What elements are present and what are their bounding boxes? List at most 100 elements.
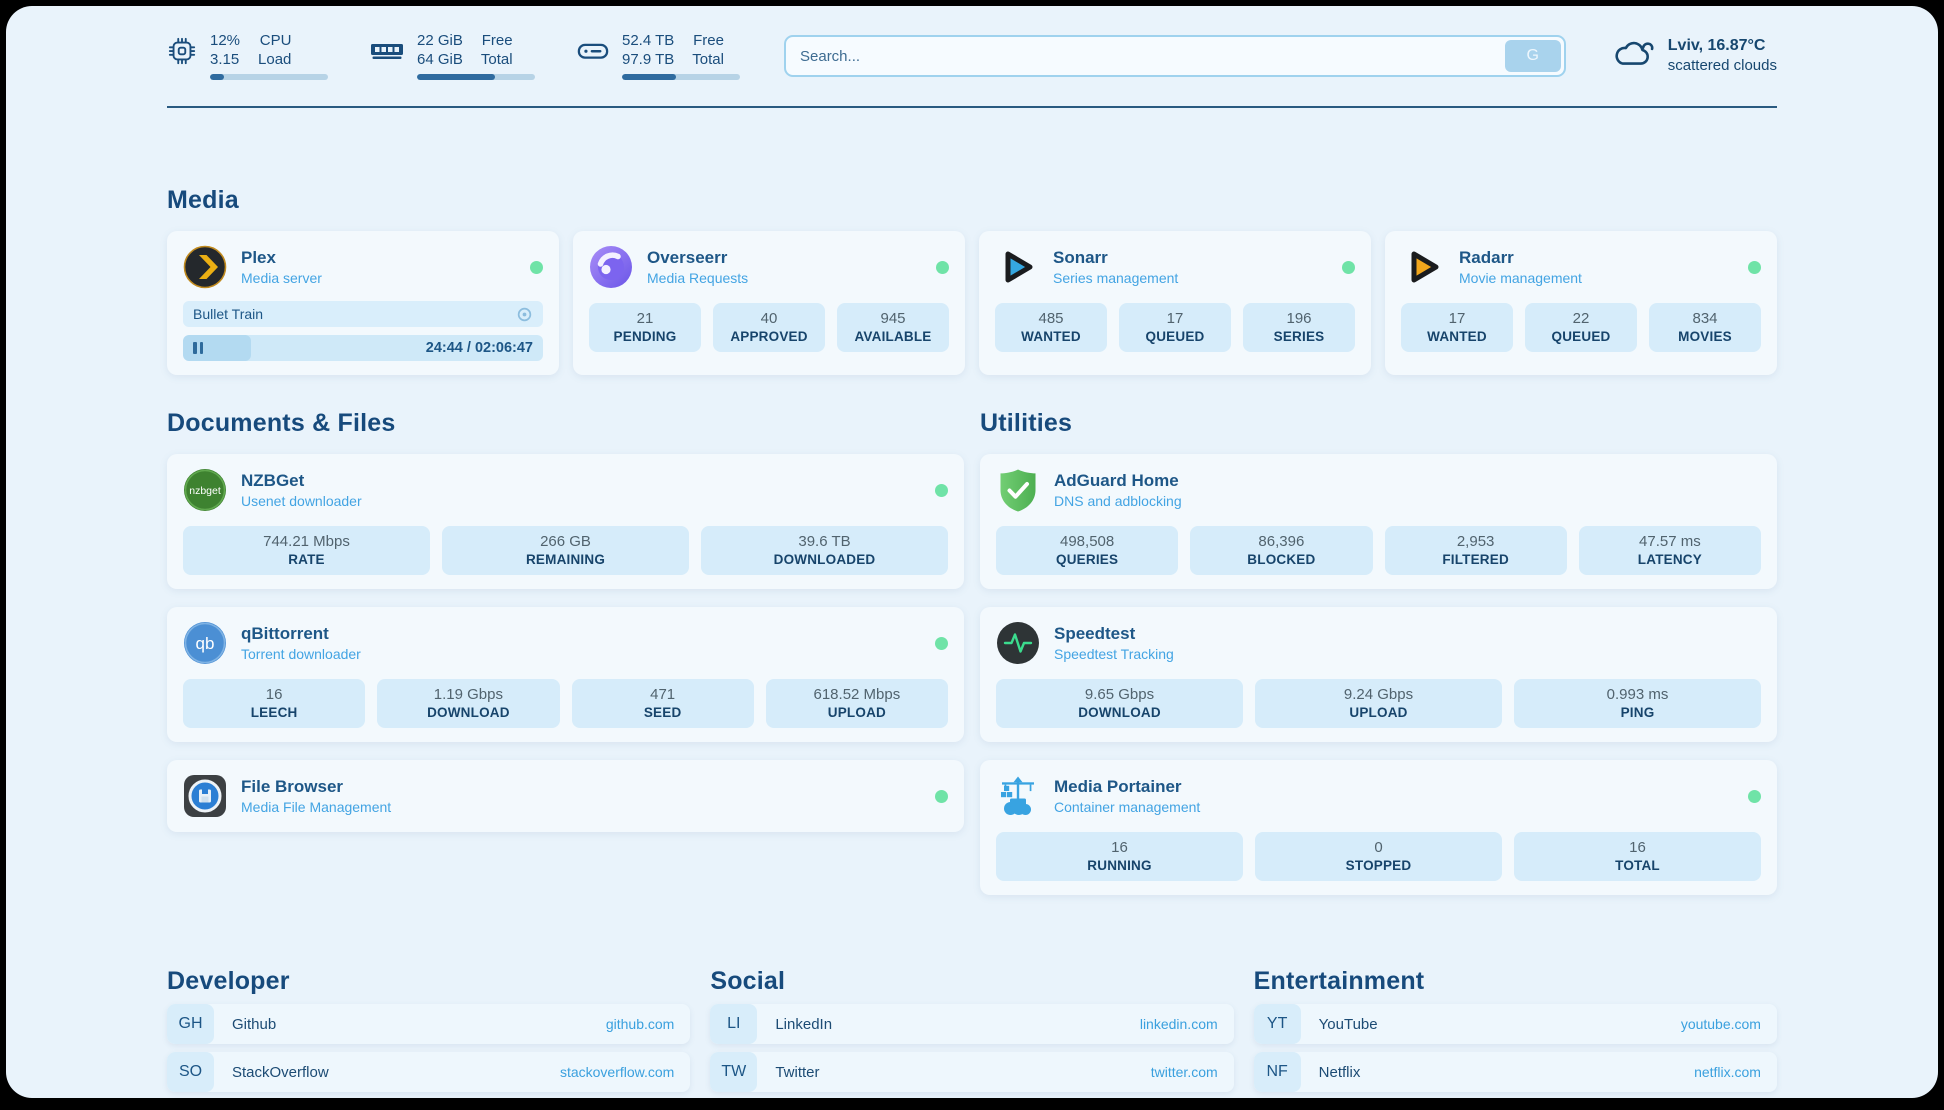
- cpu-progress-bar: [210, 74, 328, 80]
- cpu-load-avg: 3.15: [210, 51, 240, 69]
- pause-icon[interactable]: [193, 342, 203, 354]
- app-card-plex[interactable]: Plex Media server Bullet Train: [167, 231, 559, 375]
- stat-value: 22: [1529, 310, 1633, 327]
- link-name: Netflix: [1319, 1064, 1361, 1081]
- app-description: Media Requests: [647, 270, 748, 286]
- stat-box: 47.57 msLATENCY: [1579, 526, 1761, 575]
- qbittorrent-icon: qb: [183, 621, 227, 665]
- app-description: Movie management: [1459, 270, 1582, 286]
- link-abbr-badge: YT: [1254, 1004, 1301, 1044]
- app-title: NZBGet: [241, 471, 362, 491]
- app-description: Media File Management: [241, 799, 391, 815]
- ram-label2: Total: [481, 51, 513, 69]
- app-card-sonarr[interactable]: Sonarr Series management 485WANTED17QUEU…: [979, 231, 1371, 375]
- app-card-speedtest[interactable]: Speedtest Speedtest Tracking 9.65 GbpsDO…: [980, 607, 1777, 742]
- app-card-radarr[interactable]: Radarr Movie management 17WANTED22QUEUED…: [1385, 231, 1777, 375]
- top-bar: 12%3.15 CPULoad 22 GiB64 GiB FreeTotal: [167, 32, 1777, 80]
- stat-value: 834: [1653, 310, 1757, 327]
- stat-box: 485WANTED: [995, 303, 1107, 352]
- stat-box: 22QUEUED: [1525, 303, 1637, 352]
- stat-box: 9.65 GbpsDOWNLOAD: [996, 679, 1243, 728]
- stat-value: 16: [187, 686, 361, 703]
- link-item[interactable]: NF Netflix netflix.com: [1254, 1052, 1777, 1092]
- stat-label: QUEUED: [1123, 329, 1227, 344]
- stat-value: 196: [1247, 310, 1351, 327]
- cpu-stat: 12%3.15 CPULoad: [167, 32, 328, 80]
- stat-box: 17QUEUED: [1119, 303, 1231, 352]
- app-card-adguard[interactable]: AdGuard Home DNS and adblocking 498,508Q…: [980, 454, 1777, 589]
- stat-value: 945: [841, 310, 945, 327]
- link-url: youtube.com: [1681, 1016, 1761, 1032]
- stat-value: 744.21 Mbps: [187, 533, 426, 550]
- link-abbr-badge: NF: [1254, 1052, 1301, 1092]
- search-input[interactable]: [786, 48, 1505, 65]
- link-item[interactable]: LI LinkedIn linkedin.com: [710, 1004, 1233, 1044]
- app-title: File Browser: [241, 777, 391, 797]
- plex-icon: [183, 245, 227, 289]
- section-title-documents: Documents & Files: [167, 409, 964, 438]
- stat-value: 9.24 Gbps: [1259, 686, 1498, 703]
- stat-label: UPLOAD: [1259, 705, 1498, 720]
- app-title: Overseerr: [647, 248, 748, 268]
- app-description: Usenet downloader: [241, 493, 362, 509]
- app-description: Speedtest Tracking: [1054, 646, 1174, 662]
- app-card-portainer[interactable]: Media Portainer Container management 16R…: [980, 760, 1777, 895]
- stat-box: 40APPROVED: [713, 303, 825, 352]
- app-title: Sonarr: [1053, 248, 1178, 268]
- status-dot: [1748, 790, 1761, 803]
- status-dot: [1342, 261, 1355, 274]
- link-url: github.com: [606, 1016, 674, 1032]
- link-name: StackOverflow: [232, 1064, 329, 1081]
- link-item[interactable]: TW Twitter twitter.com: [710, 1052, 1233, 1092]
- link-item[interactable]: SO StackOverflow stackoverflow.com: [167, 1052, 690, 1092]
- cpu-usage: 12%: [210, 32, 240, 50]
- settings-icon[interactable]: [516, 306, 533, 323]
- weather-location: Lviv, 16.87°C: [1668, 36, 1777, 56]
- radarr-icon: [1401, 245, 1445, 289]
- stat-label: DOWNLOAD: [381, 705, 555, 720]
- link-name: Github: [232, 1016, 276, 1033]
- stat-label: WANTED: [999, 329, 1103, 344]
- link-item[interactable]: YT YouTube youtube.com: [1254, 1004, 1777, 1044]
- dashboard-screen: 12%3.15 CPULoad 22 GiB64 GiB FreeTotal: [6, 6, 1938, 1098]
- link-name: YouTube: [1319, 1016, 1378, 1033]
- app-card-overseerr[interactable]: Overseerr Media Requests 21PENDING40APPR…: [573, 231, 965, 375]
- stat-box: 21PENDING: [589, 303, 701, 352]
- portainer-icon: [996, 774, 1040, 818]
- app-description: Series management: [1053, 270, 1178, 286]
- app-card-qbittorrent[interactable]: qb qBittorrent Torrent downloader 16LEEC…: [167, 607, 964, 742]
- link-abbr-badge: TW: [710, 1052, 757, 1092]
- cpu-label2: Load: [258, 51, 291, 69]
- stat-value: 266 GB: [446, 533, 685, 550]
- playback-time: 24:44 / 02:06:47: [426, 340, 533, 356]
- app-card-nzbget[interactable]: nzbget NZBGet Usenet downloader 744.21 M…: [167, 454, 964, 589]
- stat-box: 1.19 GbpsDOWNLOAD: [377, 679, 559, 728]
- stat-box: 945AVAILABLE: [837, 303, 949, 352]
- search-engine-button[interactable]: G: [1505, 40, 1561, 72]
- status-dot: [935, 484, 948, 497]
- link-item[interactable]: GH Github github.com: [167, 1004, 690, 1044]
- stat-label: RATE: [187, 552, 426, 567]
- app-title: Plex: [241, 248, 322, 268]
- stat-value: 16: [1518, 839, 1757, 856]
- section-title-media: Media: [167, 186, 1777, 215]
- stat-box: 196SERIES: [1243, 303, 1355, 352]
- now-playing-title: Bullet Train: [193, 306, 263, 322]
- stat-value: 39.6 TB: [705, 533, 944, 550]
- stat-value: 16: [1000, 839, 1239, 856]
- stat-box: 0.993 msPING: [1514, 679, 1761, 728]
- stat-label: APPROVED: [717, 329, 821, 344]
- link-name: LinkedIn: [775, 1016, 832, 1033]
- stat-label: DOWNLOADED: [705, 552, 944, 567]
- ram-label: Free: [482, 32, 513, 50]
- stat-label: WANTED: [1405, 329, 1509, 344]
- disk-label: Free: [693, 32, 724, 50]
- stat-value: 618.52 Mbps: [770, 686, 944, 703]
- weather-condition: scattered clouds: [1668, 56, 1777, 76]
- stat-box: 2,953FILTERED: [1385, 526, 1567, 575]
- nzbget-icon: nzbget: [183, 468, 227, 512]
- stat-value: 0.993 ms: [1518, 686, 1757, 703]
- link-abbr-badge: GH: [167, 1004, 214, 1044]
- stat-value: 86,396: [1194, 533, 1368, 550]
- app-card-filebrowser[interactable]: File Browser Media File Management: [167, 760, 964, 832]
